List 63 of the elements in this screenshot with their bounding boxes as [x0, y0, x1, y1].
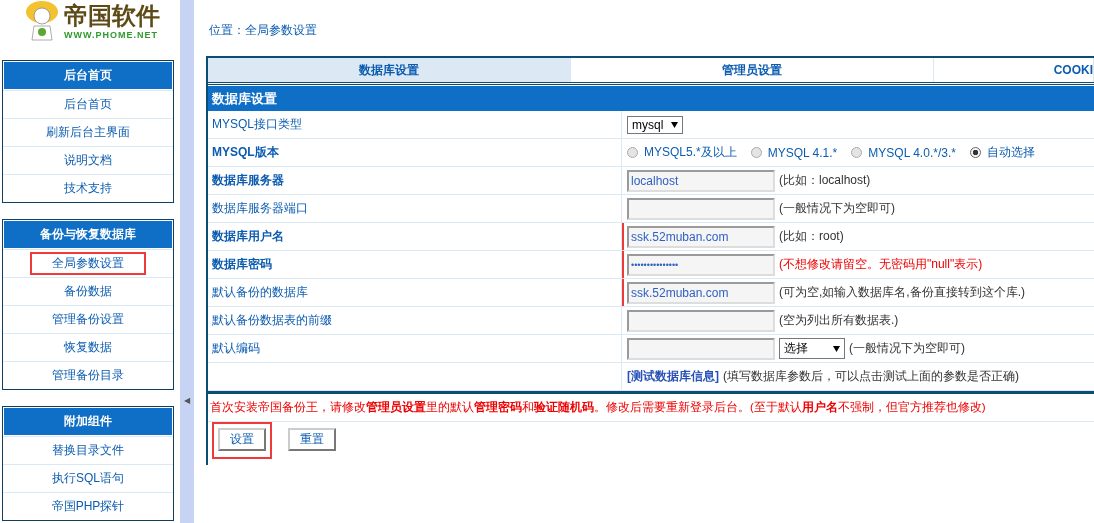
panel-title: 备份与恢复数据库 [3, 220, 173, 249]
form-button[interactable]: 重置 [288, 428, 336, 451]
test-link[interactable]: [测试数据库信息] [627, 368, 719, 385]
radio-button[interactable] [851, 147, 863, 158]
field-label: 默认备份数据表的前缀 [212, 312, 332, 329]
notice-text: 首次安装帝国备份王，请修改管理员设置里的默认管理密码和验证随机码。修改后需要重新登录后台。(至于默认用户名不强制，但官方推荐也修改) [208, 391, 1094, 422]
sidebar-link[interactable]: 刷新后台主界面 [24, 121, 152, 144]
form-button[interactable]: 设置 [218, 428, 266, 451]
field-label: 数据库用户名 [212, 228, 284, 245]
input-field[interactable]: ssk.52muban.com [627, 225, 775, 248]
panel-title: 附加组件 [3, 407, 173, 436]
field-label: 默认备份的数据库 [212, 284, 308, 301]
field-label: MYSQL版本 [212, 144, 279, 161]
sidebar-link[interactable]: 全局参数设置 [30, 252, 146, 275]
radio-label: MYSQL5.*及以上 [644, 144, 737, 161]
sidebar-link[interactable]: 帝国PHP探针 [29, 495, 147, 518]
sidebar-link[interactable]: 说明文档 [42, 149, 134, 172]
radio-label: 自动选择 [986, 144, 1035, 161]
field-label: 数据库服务器 [212, 172, 284, 189]
hint-text: (一般情况下为空即可) [849, 340, 965, 357]
hint-text: (不想修改请留空。无密码用"null"表示) [779, 256, 983, 273]
panel-title: 后台首页 [3, 61, 173, 90]
breadcrumb: 位置：全局参数设置 [209, 22, 318, 39]
radio-label: MYSQL 4.0.*/3.* [868, 145, 956, 160]
sidebar-link[interactable]: 后台首页 [42, 93, 134, 116]
field-label: 数据库服务器端口 [212, 200, 308, 217]
input-field[interactable] [627, 309, 775, 332]
hint-text: (比如：localhost) [779, 172, 871, 189]
section-header: 数据库设置 [208, 85, 1094, 111]
hint-text: (可为空,如输入数据库名,备份直接转到这个库.) [779, 284, 1025, 301]
input-field[interactable]: localhost [627, 169, 775, 192]
radio-button[interactable] [969, 147, 981, 158]
sidebar-link[interactable]: 管理备份设置 [30, 308, 146, 331]
logo-url: WWW.PHOME.NET [64, 30, 159, 40]
hint-text: (填写数据库参数后，可以点击测试上面的参数是否正确) [723, 368, 1019, 385]
dropdown[interactable]: mysql [627, 115, 684, 134]
collapse-toggle[interactable]: ◀ [184, 396, 191, 405]
tab[interactable]: 管理员设置 [571, 58, 934, 82]
input-field[interactable] [627, 337, 775, 360]
tab[interactable]: COOKI [934, 58, 1094, 82]
caret-icon [671, 121, 679, 128]
sidebar-link[interactable]: 管理备份目录 [30, 364, 146, 387]
input-field[interactable] [627, 197, 775, 220]
sidebar-link[interactable]: 执行SQL语句 [30, 467, 146, 490]
field-label: MYSQL接口类型 [212, 116, 302, 133]
sidebar-link[interactable]: 恢复数据 [42, 336, 134, 359]
field-label: 数据库密码 [212, 256, 272, 273]
field-label: 默认编码 [212, 340, 260, 357]
logo-title: 帝国软件 [64, 2, 160, 30]
radio-button[interactable] [750, 147, 762, 158]
sidebar-link[interactable]: 备份数据 [42, 280, 134, 303]
hint-text: (比如：root) [779, 228, 844, 245]
hint-text: (空为列出所有数据表.) [779, 312, 899, 329]
radio-button[interactable] [627, 147, 638, 158]
sidebar-link[interactable]: 替换目录文件 [30, 439, 146, 462]
input-field[interactable]: ••••••••••••••• [627, 253, 775, 276]
caret-icon [833, 345, 840, 352]
tab[interactable]: 数据库设置 [208, 58, 571, 82]
radio-label: MYSQL 4.1.* [767, 145, 838, 160]
hint-text: (一般情况下为空即可) [779, 200, 895, 217]
sidebar-link[interactable]: 技术支持 [42, 177, 134, 200]
dropdown[interactable]: 选择 [779, 338, 845, 359]
input-field[interactable]: ssk.52muban.com [627, 281, 775, 304]
